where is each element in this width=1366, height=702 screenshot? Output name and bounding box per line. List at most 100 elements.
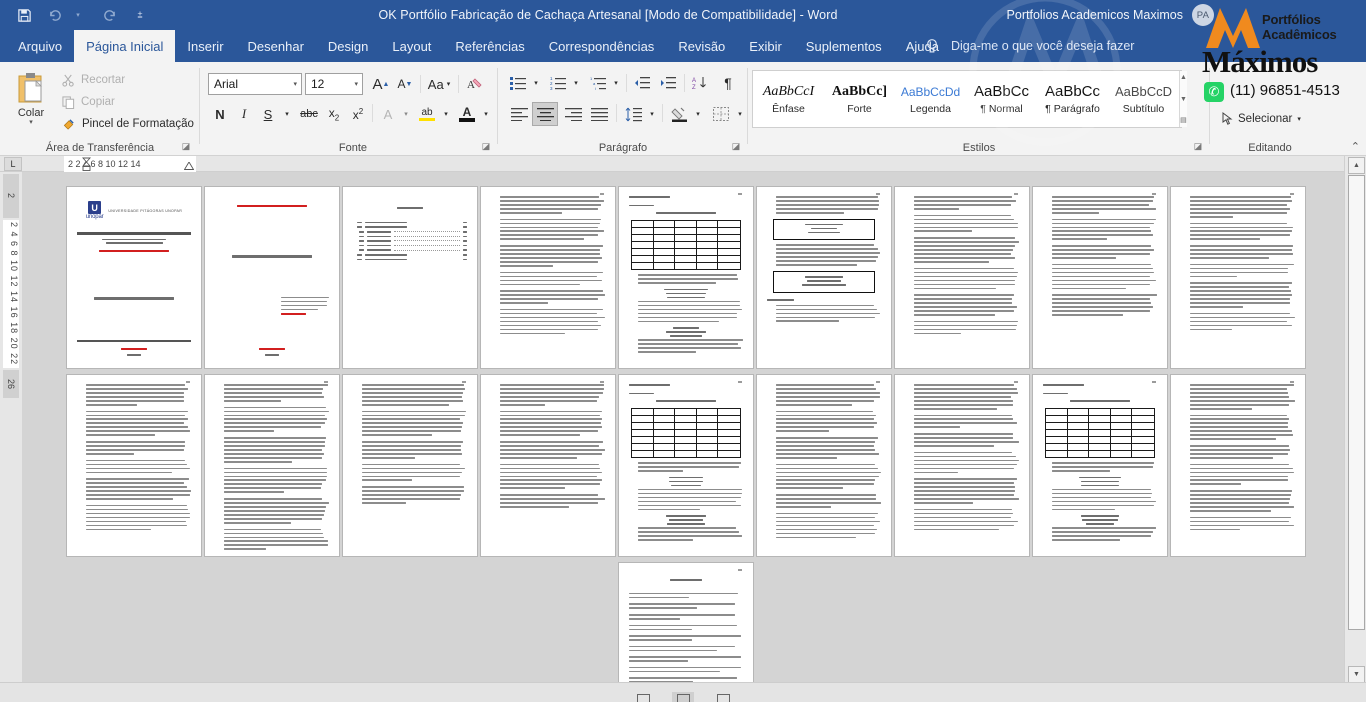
style-item-5[interactable]: AaBbCcD Subtítulo <box>1108 71 1179 127</box>
web-layout-view[interactable] <box>712 692 734 702</box>
vertical-ruler[interactable]: 2 2 4 6 8 10 12 14 16 18 20 22 26 <box>0 172 22 682</box>
underline-button[interactable]: S <box>256 102 280 126</box>
page-thumbnail[interactable] <box>204 186 340 369</box>
page-thumbnail[interactable] <box>894 186 1030 369</box>
read-mode-view[interactable] <box>632 692 654 702</box>
align-right-button[interactable] <box>560 102 586 126</box>
strikethrough-button[interactable]: abc <box>296 102 322 126</box>
indent-marker-icon[interactable] <box>82 157 91 171</box>
account-area[interactable]: Portfolios Academicos Maximos PA <box>1007 0 1214 30</box>
align-center-button[interactable] <box>532 102 558 126</box>
page-thumbnail[interactable] <box>1032 374 1168 557</box>
bullets-button[interactable] <box>506 72 530 94</box>
numbering-dropdown[interactable]: ▾ <box>570 72 582 94</box>
horizontal-ruler[interactable]: L 2 2 4 6 8 10 12 14 <box>0 156 1366 172</box>
styles-gallery[interactable]: AaBbCcI Ênfase AaBbCc] Forte AaBbCcDd Legenda… <box>752 70 1182 128</box>
chevron-down-icon[interactable]: ▼ <box>1180 95 1187 104</box>
more-styles-icon[interactable]: ▤ <box>1180 116 1187 125</box>
font-dialog-launcher[interactable]: ◪ <box>480 140 492 152</box>
clear-formatting-button[interactable]: A <box>462 73 488 95</box>
page-thumbnail[interactable] <box>1032 186 1168 369</box>
page-thumbnail[interactable] <box>756 374 892 557</box>
font-family-combo[interactable]: Arial ▾ <box>208 73 302 95</box>
ribbon-tab-desenhar[interactable]: Desenhar <box>236 30 316 62</box>
page-thumbnail[interactable]: Uunopar UNIVERSIDADE PITÁGORAS UNOPAR <box>66 186 202 369</box>
align-left-button[interactable] <box>506 102 532 126</box>
text-effects-dropdown[interactable]: ▾ <box>400 102 412 126</box>
shading-dropdown[interactable]: ▾ <box>692 102 704 126</box>
multilevel-list-button[interactable]: 1ai <box>586 72 610 94</box>
line-spacing-dropdown[interactable]: ▾ <box>646 102 658 126</box>
font-color-button[interactable]: A <box>454 102 480 126</box>
ribbon-tab-revis-o[interactable]: Revisão <box>666 30 737 62</box>
styles-gallery-scroll[interactable]: ▲ ▼ ▤ <box>1179 71 1187 127</box>
style-item-0[interactable]: AaBbCcI Ênfase <box>753 71 824 127</box>
page-thumbnail[interactable] <box>618 374 754 557</box>
scroll-down-button[interactable]: ▼ <box>1348 666 1365 683</box>
print-layout-view[interactable] <box>672 692 694 702</box>
show-formatting-marks-button[interactable]: ¶ <box>716 72 740 94</box>
page-thumbnail[interactable] <box>480 186 616 369</box>
shading-button[interactable] <box>666 102 692 126</box>
numbering-button[interactable]: 123 <box>546 72 570 94</box>
avatar[interactable]: PA <box>1192 4 1214 26</box>
borders-dropdown[interactable]: ▾ <box>734 102 746 126</box>
justify-button[interactable] <box>586 102 612 126</box>
page-thumbnail[interactable] <box>204 374 340 557</box>
chevron-down-icon[interactable]: ▾ <box>293 80 297 88</box>
ribbon-tab-layout[interactable]: Layout <box>380 30 443 62</box>
page-thumbnail[interactable] <box>1170 374 1306 557</box>
chevron-down-icon[interactable]: ▾ <box>1297 115 1301 123</box>
styles-dialog-launcher[interactable]: ◪ <box>1192 140 1204 152</box>
ribbon-tab-p-gina-inicial[interactable]: Página Inicial <box>74 30 175 62</box>
line-spacing-button[interactable] <box>620 102 646 126</box>
collapse-ribbon-button[interactable]: ⌃ <box>1351 140 1360 153</box>
ribbon-tab-suplementos[interactable]: Suplementos <box>794 30 894 62</box>
underline-dropdown[interactable]: ▾ <box>280 102 294 126</box>
page-thumbnail[interactable] <box>480 374 616 557</box>
ribbon-tab-inserir[interactable]: Inserir <box>175 30 235 62</box>
vertical-scrollbar[interactable]: ▲ ▼ <box>1344 156 1366 684</box>
right-indent-marker-icon[interactable] <box>184 162 194 170</box>
select-button[interactable]: Selecionar ▾ <box>1222 112 1301 125</box>
superscript-button[interactable]: x2 <box>346 102 370 126</box>
style-item-4[interactable]: AaBbCc ¶ Parágrafo <box>1037 71 1108 127</box>
grow-font-button[interactable]: A ▲ <box>370 73 392 95</box>
text-highlight-dropdown[interactable]: ▾ <box>440 102 452 126</box>
style-item-2[interactable]: AaBbCcDd Legenda <box>895 71 966 127</box>
font-color-dropdown[interactable]: ▾ <box>480 102 492 126</box>
text-effects-button[interactable]: A <box>376 102 400 126</box>
scroll-up-button[interactable]: ▲ <box>1348 157 1365 174</box>
horizontal-ruler-track[interactable]: 2 2 4 6 8 10 12 14 <box>64 156 196 172</box>
page-thumbnail[interactable] <box>756 186 892 369</box>
bullets-dropdown[interactable]: ▾ <box>530 72 542 94</box>
style-item-3[interactable]: AaBbCc ¶ Normal <box>966 71 1037 127</box>
borders-button[interactable] <box>708 102 734 126</box>
chevron-down-icon[interactable]: ▾ <box>354 80 358 88</box>
chevron-up-icon[interactable]: ▲ <box>1180 73 1187 82</box>
ribbon-tab-arquivo[interactable]: Arquivo <box>6 30 74 62</box>
sort-button[interactable]: AZ <box>688 72 712 94</box>
increase-indent-button[interactable] <box>656 72 680 94</box>
ribbon-tab-refer-ncias[interactable]: Referências <box>443 30 536 62</box>
page-thumbnail[interactable] <box>1170 186 1306 369</box>
font-size-combo[interactable]: 12 ▾ <box>305 73 363 95</box>
document-canvas[interactable]: Uunopar UNIVERSIDADE PITÁGORAS UNOPAR <box>22 172 1344 682</box>
change-case-button[interactable]: Aa ▾ <box>424 73 454 95</box>
paragraph-dialog-launcher[interactable]: ◪ <box>730 140 742 152</box>
subscript-button[interactable]: x2 <box>322 102 346 126</box>
tab-stop-selector[interactable]: L <box>4 157 22 171</box>
text-highlight-button[interactable]: ab <box>414 102 440 126</box>
multilevel-list-dropdown[interactable]: ▾ <box>610 72 622 94</box>
page-thumbnail[interactable] <box>342 374 478 557</box>
ribbon-tab-correspond-ncias[interactable]: Correspondências <box>537 30 667 62</box>
bold-button[interactable]: N <box>208 102 232 126</box>
page-thumbnail[interactable] <box>618 562 754 682</box>
style-item-1[interactable]: AaBbCc] Forte <box>824 71 895 127</box>
italic-button[interactable]: I <box>232 102 256 126</box>
shrink-font-button[interactable]: A ▼ <box>394 73 416 95</box>
page-thumbnail[interactable] <box>618 186 754 369</box>
ribbon-tab-design[interactable]: Design <box>316 30 380 62</box>
page-thumbnail[interactable] <box>66 374 202 557</box>
decrease-indent-button[interactable] <box>630 72 654 94</box>
